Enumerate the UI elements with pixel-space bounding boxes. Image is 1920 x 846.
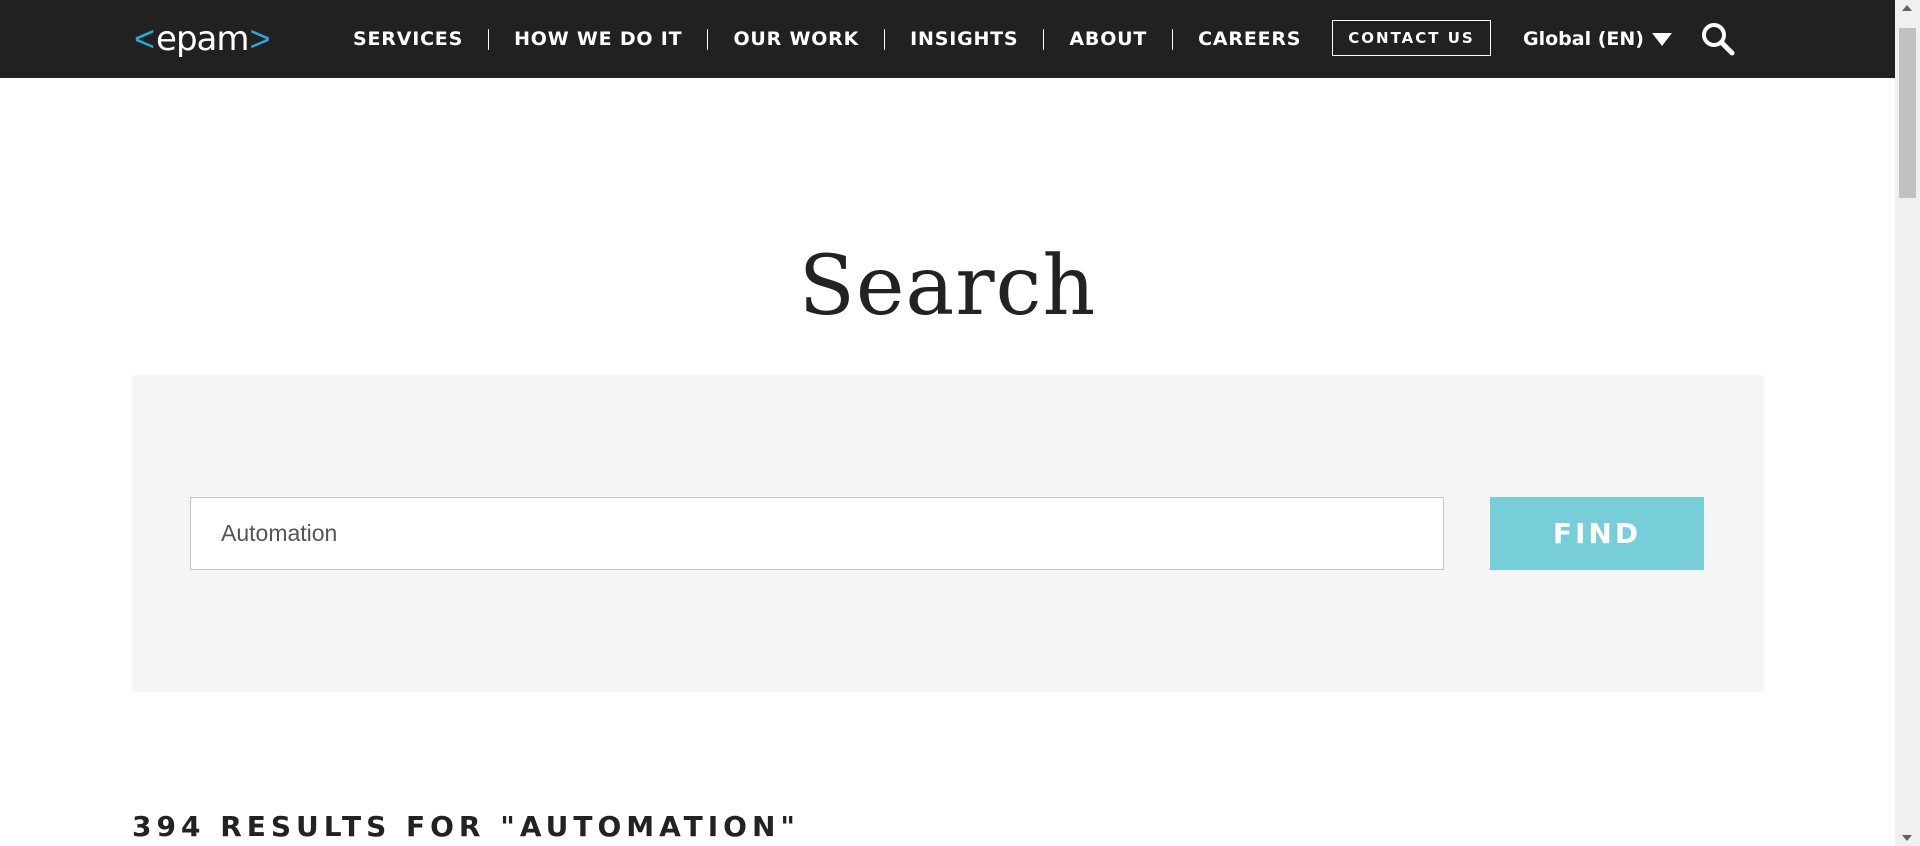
page-title: Search <box>798 239 1097 334</box>
contact-us-button[interactable]: CONTACT US <box>1332 20 1491 56</box>
nav-item-how-we-do-it[interactable]: HOW WE DO IT <box>514 28 682 50</box>
scroll-up-arrow-icon[interactable] <box>1902 5 1912 11</box>
scrollbar-thumb[interactable] <box>1899 28 1916 198</box>
nav-item-services[interactable]: SERVICES <box>353 28 463 50</box>
nav-divider <box>707 28 709 50</box>
caret-down-icon <box>1651 32 1672 46</box>
scroll-down-arrow-icon[interactable] <box>1902 835 1912 841</box>
main-nav: SERVICES HOW WE DO IT OUR WORK INSIGHTS … <box>353 0 1301 78</box>
nav-divider <box>1043 28 1045 50</box>
nav-item-our-work[interactable]: OUR WORK <box>733 28 859 50</box>
language-label: Global (EN) <box>1523 28 1644 50</box>
search-icon[interactable] <box>1700 21 1736 57</box>
nav-divider <box>884 28 886 50</box>
epam-logo[interactable]: < epam > <box>134 14 271 64</box>
nav-divider <box>488 28 490 50</box>
logo-bracket-left: < <box>134 18 156 59</box>
nav-divider <box>1172 28 1174 50</box>
logo-word: epam <box>156 19 249 59</box>
logo-bracket-right: > <box>249 18 271 59</box>
search-input[interactable] <box>190 497 1444 570</box>
nav-item-insights[interactable]: INSIGHTS <box>910 28 1018 50</box>
page-scrollbar[interactable] <box>1895 0 1920 846</box>
nav-item-careers[interactable]: CAREERS <box>1198 28 1301 50</box>
results-heading: 394 RESULTS FOR "AUTOMATION" <box>132 810 800 843</box>
page: < epam > SERVICES HOW WE DO IT OUR WORK … <box>0 0 1920 846</box>
search-panel: FIND <box>132 375 1764 692</box>
language-selector[interactable]: Global (EN) <box>1523 0 1672 78</box>
nav-item-about[interactable]: ABOUT <box>1069 28 1147 50</box>
find-button[interactable]: FIND <box>1490 497 1704 570</box>
site-header: < epam > SERVICES HOW WE DO IT OUR WORK … <box>0 0 1895 78</box>
